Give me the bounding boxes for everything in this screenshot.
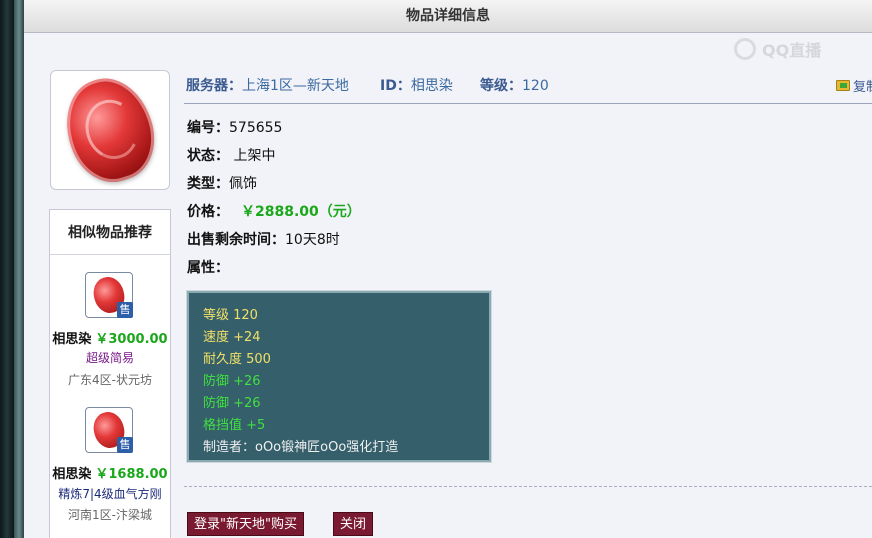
price-label: 价格： — [187, 204, 229, 220]
level-value: 120 — [522, 78, 549, 94]
type-label: 类型： — [187, 176, 229, 192]
id-value: 相思染 — [410, 78, 453, 94]
close-button[interactable]: 关闭 — [333, 512, 374, 536]
similar-item-server: 河南1区-汴梁城 — [68, 508, 152, 522]
level-label: 等级： — [480, 78, 522, 94]
attribute-tooltip: 等级 120 速度 +24 耐久度 500 防御 +26 防御 +26 格挡值 … — [186, 290, 492, 463]
type-value: 佩饰 — [229, 176, 257, 192]
item-detail-panel: 物品详细信息 QQ直播 服务器：上海1区—新天地 ID：相思染 等级：120 复… — [24, 0, 872, 538]
similar-item-desc[interactable]: 超级简易 — [50, 349, 170, 366]
status-value: 上架中 — [233, 148, 276, 164]
attr-row: 属性： — [187, 257, 229, 277]
similar-item-desc[interactable]: 精炼7|4级血气方刚 — [50, 485, 170, 502]
window-frame-border — [14, 0, 24, 538]
similar-items-title: 相似物品推荐 — [50, 210, 170, 255]
sell-badge: 售 — [117, 302, 133, 318]
id-label: ID： — [380, 78, 411, 94]
type-row: 类型：佩饰 — [187, 173, 257, 193]
attr-line: 等级 120 — [203, 308, 258, 323]
watermark-logo-icon — [734, 38, 756, 60]
number-row: 编号：575655 — [187, 117, 282, 137]
attr-line: 耐久度 500 — [203, 352, 271, 367]
similar-item-thumb[interactable]: 售 — [85, 272, 133, 318]
server-value: 上海1区—新天地 — [242, 78, 349, 94]
status-label: 状态： — [187, 148, 229, 164]
copy-link[interactable]: 复制 — [836, 76, 872, 95]
attr-line: 速度 +24 — [203, 330, 261, 345]
number-label: 编号： — [187, 120, 229, 136]
similar-item-name: 相思染 — [52, 467, 92, 482]
price-value: ￥2888.00（元） — [241, 204, 361, 220]
similar-item-title-line[interactable]: 相思染 ￥1688.00 — [50, 463, 170, 482]
price-row: 价格： ￥2888.00（元） — [187, 201, 361, 221]
number-value: 575655 — [229, 120, 283, 136]
time-label: 出售剩余时间： — [187, 232, 285, 248]
window-left-frame — [0, 0, 14, 538]
attr-label: 属性： — [187, 260, 229, 276]
server-label: 服务器： — [186, 78, 242, 94]
item-header: 服务器：上海1区—新天地 ID：相思染 等级：120 — [186, 75, 872, 95]
similar-item-title-line[interactable]: 相思染 ￥3000.00 — [50, 328, 170, 347]
folder-icon — [836, 80, 850, 91]
bottom-divider — [184, 486, 872, 487]
sell-badge: 售 — [117, 437, 133, 453]
attr-line: 防御 +26 — [203, 396, 261, 411]
status-row: 状态： 上架中 — [187, 145, 275, 165]
watermark-text: QQ直播 — [762, 41, 822, 60]
similar-item-price: ￥1688.00 — [95, 467, 168, 482]
attr-line: 防御 +26 — [203, 374, 261, 389]
similar-items-box: 相似物品推荐 售 相思染 ￥3000.00 超级简易 广东4区-状元坊 售 相思染… — [49, 209, 171, 538]
similar-item-price: ￥3000.00 — [95, 332, 168, 347]
red-gem-icon — [53, 67, 167, 193]
stream-watermark: QQ直播 — [734, 36, 854, 62]
panel-title: 物品详细信息 — [24, 0, 872, 33]
similar-item-name: 相思染 — [52, 332, 92, 347]
login-buy-button[interactable]: 登录"新天地"购买 — [187, 512, 304, 536]
item-image — [50, 67, 170, 193]
similar-item-server: 广东4区-状元坊 — [68, 373, 152, 387]
copy-label: 复制 — [853, 80, 872, 95]
attr-line: 制造者：oOo锻神匠oOo强化打造 — [203, 440, 399, 455]
time-value: 10天8时 — [285, 232, 340, 248]
header-divider — [184, 103, 872, 104]
time-row: 出售剩余时间：10天8时 — [187, 229, 340, 249]
attr-line: 格挡值 +5 — [203, 418, 266, 433]
similar-item-thumb[interactable]: 售 — [85, 407, 133, 453]
